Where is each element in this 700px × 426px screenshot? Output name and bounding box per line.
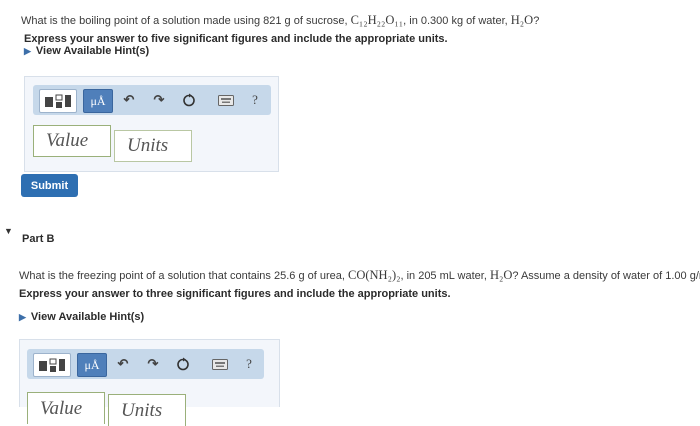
part-b-label: Part B [22,233,55,245]
units-icon[interactable]: μÅ [77,353,107,377]
hint-link-label: View Available Hint(s) [30,311,145,323]
submit-button[interactable]: Submit [21,174,78,197]
question-text: , in 0.300 kg of water, [403,15,508,27]
part-a-toolbar: μÅ ↶ ↷ ? [33,85,271,115]
part-b-instruction: Express your answer to three significant… [19,288,451,300]
value-input[interactable]: Value [27,392,105,424]
question-text: What is the boiling point of a solution … [21,15,348,27]
undo-icon[interactable]: ↶ [121,92,137,108]
part-b-hint-link[interactable]: ▶ View Available Hint(s) [19,311,144,323]
undo-icon[interactable]: ↶ [115,356,131,372]
redo-icon[interactable]: ↷ [145,356,161,372]
formula-urea: CO(NH₂)₂ [348,268,401,282]
reset-icon[interactable] [181,92,197,108]
formula-sucrose: C₁₂H₂₂O₁₁ [350,13,404,27]
triangle-down-icon[interactable]: ▼ [4,226,13,236]
question-text: ? Assume a density of water of 1.00 g/mL… [512,270,700,282]
units-input[interactable]: Units [114,130,192,162]
triangle-right-icon: ▶ [19,312,26,322]
question-text: ? [533,15,540,27]
part-b-toolbar: μÅ ↶ ↷ ? [27,349,264,379]
part-a-hint-link[interactable]: ▶ View Available Hint(s) [24,45,149,57]
question-text: , in 205 mL water, [400,270,487,282]
redo-icon[interactable]: ↷ [151,92,167,108]
part-a-question: What is the boiling point of a solution … [21,13,539,28]
question-text: What is the freezing point of a solution… [19,270,345,282]
triangle-right-icon: ▶ [24,46,31,56]
hint-link-label: View Available Hint(s) [35,45,150,57]
units-icon[interactable]: μÅ [83,89,113,113]
formula-water: H₂O [489,268,513,282]
units-input[interactable]: Units [108,394,186,426]
templates-icon[interactable] [39,89,77,113]
templates-icon[interactable] [33,353,71,377]
part-a-instruction: Express your answer to five significant … [24,33,448,45]
keyboard-icon[interactable] [217,93,235,107]
part-b-question: What is the freezing point of a solution… [19,268,700,283]
value-input[interactable]: Value [33,125,111,157]
formula-water: H₂O [510,13,534,27]
help-icon[interactable]: ? [241,356,257,372]
keyboard-icon[interactable] [211,357,229,371]
help-icon[interactable]: ? [247,92,263,108]
reset-icon[interactable] [175,356,191,372]
